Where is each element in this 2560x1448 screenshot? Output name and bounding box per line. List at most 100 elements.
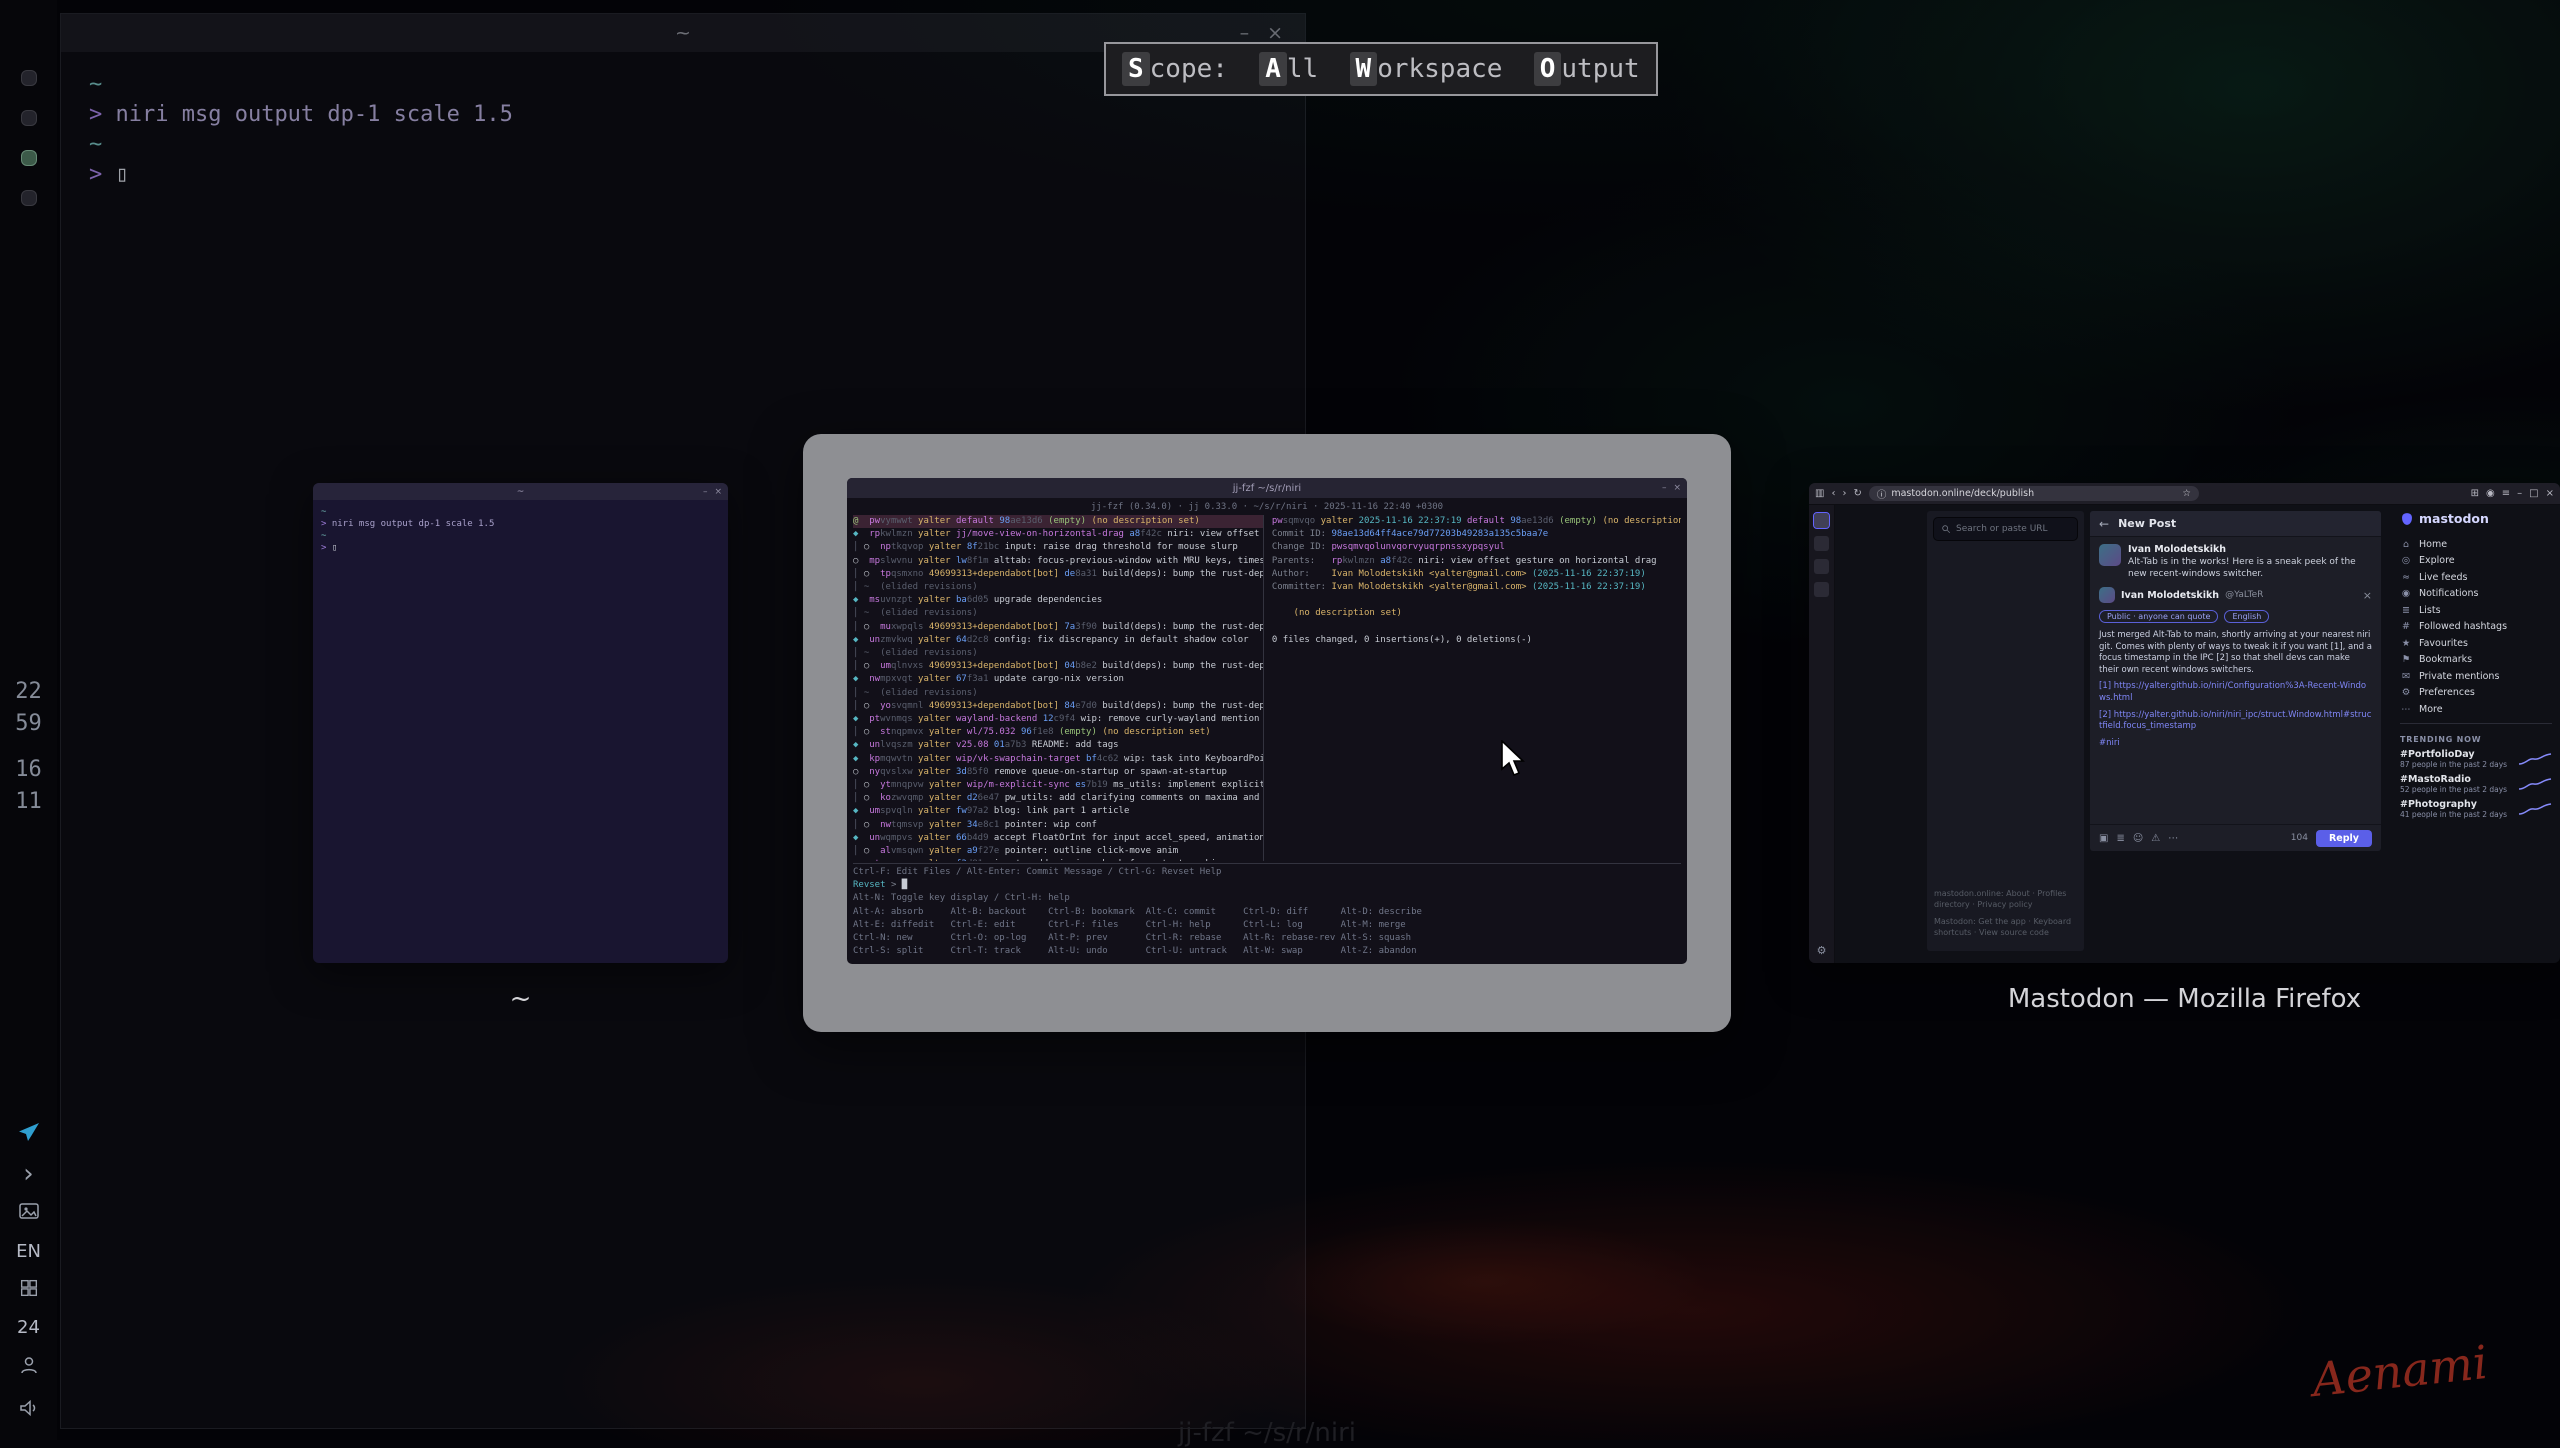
nav-item[interactable]: ⌂ Home — [2400, 536, 2552, 553]
workspace-dot-active[interactable] — [21, 150, 37, 166]
trending-hashtag[interactable]: #Photography 41 people in the past 2 day… — [2400, 799, 2552, 819]
terminal-line: @ pwvymwwt yalter default 98ae13d6 (empt… — [853, 515, 1263, 528]
reply-indicator: Ivan Molodetskikh @YaLTeR × — [2090, 584, 2381, 606]
workspace-dot[interactable] — [21, 190, 37, 206]
drawer-footer-links[interactable]: mastodon.online: About · Profiles direct… — [1934, 889, 2077, 945]
telegram-icon[interactable] — [17, 1121, 41, 1149]
close-icon[interactable]: × — [1267, 22, 1283, 44]
keybinding-row: Ctrl-S: split Ctrl-T: track Alt-U: undo … — [853, 945, 1681, 958]
window-preview-jj-fzf[interactable]: jj-fzf ~/s/r/niri – × jj-fzf (0.34.0) · … — [847, 478, 1687, 964]
hashtag-meta: 87 people in the past 2 days — [2400, 760, 2518, 769]
grid-icon[interactable] — [18, 1277, 40, 1303]
nav-item[interactable]: ≈ Live feeds — [2400, 569, 2552, 586]
minimize-icon[interactable]: – — [1662, 483, 1667, 493]
terminal-line: ~ — [89, 70, 1277, 100]
search-input[interactable] — [1956, 524, 2070, 534]
reply-button[interactable]: Reply — [2316, 830, 2372, 847]
footer-link-line[interactable]: Mastodon: Get the app · Keyboard shortcu… — [1934, 917, 2077, 938]
cancel-reply-icon[interactable]: × — [2363, 589, 2372, 602]
window-close-icon[interactable]: × — [2546, 488, 2554, 499]
nav-item[interactable]: ⚙ Preferences — [2400, 685, 2552, 702]
nav-item[interactable]: ✉ Private mentions — [2400, 668, 2552, 685]
terminal-line: ◆ nwmpxvqt yalter 67f3a1 update cargo-ni… — [853, 673, 1263, 686]
compose-option-pill[interactable]: English — [2224, 610, 2269, 623]
search-bar[interactable] — [1933, 517, 2078, 541]
extensions-icon[interactable]: ⊞ — [2471, 488, 2479, 499]
post-author[interactable]: Ivan Molodetskikh — [2128, 544, 2372, 555]
window-minimize-icon[interactable]: – — [2517, 488, 2522, 499]
footer-link-line[interactable]: mastodon.online: About · Profiles direct… — [1934, 889, 2077, 910]
trending-hashtag[interactable]: #PortfolioDay 87 people in the past 2 da… — [2400, 749, 2552, 769]
window-preview-firefox[interactable]: ▥ ‹ › ↻ ⓘ mastodon.online/deck/publish ☆… — [1809, 483, 2560, 963]
post-preview[interactable]: Ivan Molodetskikh Alt-Tab is in the work… — [2090, 537, 2381, 584]
window-preview-terminal[interactable]: ~ – × ~> niri msg output dp-1 scale 1.5~… — [313, 483, 728, 963]
jj-commit-log[interactable]: @ pwvymwwt yalter default 98ae13d6 (empt… — [853, 515, 1263, 861]
attach-media-icon[interactable]: ▣ — [2099, 833, 2108, 844]
sidebar-toggle-icon[interactable]: ▥ — [1815, 488, 1824, 499]
bookmark-star-icon[interactable]: ☆ — [2182, 488, 2191, 499]
content-warning-icon[interactable]: ⚠ — [2151, 833, 2160, 844]
window-title: jj-fzf ~/s/r/niri — [1233, 483, 1301, 494]
nav-item-icon: ◉ — [2400, 588, 2412, 599]
mastodon-drawer-column: mastodon.online: About · Profiles direct… — [1927, 511, 2084, 951]
terminal-line: > niri msg output dp-1 scale 1.5 — [321, 518, 720, 530]
screenshot-icon[interactable] — [17, 1199, 41, 1227]
vertical-tab[interactable] — [1814, 536, 1829, 551]
nav-item[interactable]: ◉ Notifications — [2400, 586, 2552, 603]
jj-fzf-header: jj-fzf (0.34.0) · jj 0.33.0 · ~/s/r/niri… — [853, 501, 1681, 515]
back-icon[interactable]: ← — [2099, 517, 2109, 531]
more-options-icon[interactable]: ⋯ — [2168, 833, 2178, 844]
terminal-line — [1272, 594, 1681, 607]
hashtag-name[interactable]: #Photography — [2400, 799, 2518, 810]
nav-item[interactable]: ⋯ More — [2400, 701, 2552, 718]
hashtag-meta: 41 people in the past 2 days — [2400, 810, 2518, 819]
poll-icon[interactable]: ≣ — [2116, 833, 2124, 844]
mastodon-logo[interactable]: mastodon — [2400, 511, 2552, 526]
emoji-icon[interactable]: ☺ — [2133, 833, 2143, 844]
vertical-tab[interactable] — [1814, 582, 1829, 597]
terminal-line: Author: Ivan Molodetskikh <yalter@gmail.… — [1272, 568, 1681, 581]
back-icon[interactable]: ‹ — [1831, 488, 1835, 499]
trending-list: #PortfolioDay 87 people in the past 2 da… — [2400, 749, 2552, 819]
nav-item[interactable]: ⚑ Bookmarks — [2400, 652, 2552, 669]
reply-author-name[interactable]: Ivan Molodetskikh — [2121, 590, 2219, 601]
hashtag-name[interactable]: #PortfolioDay — [2400, 749, 2518, 760]
keyboard-layout-indicator[interactable]: EN — [16, 1242, 41, 1262]
workspace-dot[interactable] — [21, 110, 37, 126]
terminal-line: Parents: rpkwlmzn a8f42c niri: view offs… — [1272, 555, 1681, 568]
tray-badge[interactable]: 24 — [17, 1318, 40, 1338]
vertical-tab[interactable] — [1814, 559, 1829, 574]
minimize-icon[interactable]: – — [1240, 22, 1250, 44]
vertical-tab[interactable] — [1814, 513, 1829, 528]
tray-expand-icon[interactable]: › — [23, 1164, 33, 1184]
account-icon[interactable]: ◉ — [2486, 488, 2495, 499]
close-icon[interactable]: × — [1673, 483, 1681, 493]
compose-option-pill[interactable]: Public · anyone can quote — [2099, 610, 2218, 623]
trending-hashtag[interactable]: #MastoRadio 52 people in the past 2 days — [2400, 774, 2552, 794]
hashtag-meta: 52 people in the past 2 days — [2400, 785, 2518, 794]
minimize-icon[interactable]: – — [703, 487, 708, 497]
address-bar[interactable]: ⓘ mastodon.online/deck/publish ☆ — [1869, 486, 2199, 501]
gear-icon[interactable]: ⚙ — [1817, 944, 1827, 957]
nav-item[interactable]: # Followed hashtags — [2400, 619, 2552, 636]
nav-item[interactable]: ≣ Lists — [2400, 602, 2552, 619]
focused-window-frame[interactable]: jj-fzf ~/s/r/niri – × jj-fzf (0.34.0) · … — [803, 434, 1731, 1032]
menu-icon[interactable]: ≡ — [2502, 488, 2510, 499]
close-icon[interactable]: × — [714, 487, 722, 497]
compose-textarea[interactable]: Just merged Alt-Tab to main, shortly arr… — [2090, 627, 2381, 752]
hashtag-name[interactable]: #MastoRadio — [2400, 774, 2518, 785]
window-maximize-icon[interactable]: □ — [2529, 488, 2538, 499]
site-info-icon[interactable]: ⓘ — [1877, 487, 1887, 501]
terminal-line: │ ~ (elided revisions) — [853, 687, 1263, 700]
jj-fzf-terminal: jj-fzf (0.34.0) · jj 0.33.0 · ~/s/r/niri… — [847, 498, 1687, 961]
keybinding-row: Alt-E: diffedit Ctrl-E: edit Ctrl-F: fil… — [853, 919, 1681, 932]
jj-revset-prompt[interactable]: Revset > █ — [853, 879, 1681, 892]
workspace-dot[interactable] — [21, 70, 37, 86]
nav-item[interactable]: ◎ Explore — [2400, 553, 2552, 570]
reload-icon[interactable]: ↻ — [1853, 488, 1861, 499]
user-icon[interactable] — [17, 1353, 41, 1381]
volume-icon[interactable] — [17, 1396, 41, 1424]
forward-icon[interactable]: › — [1842, 488, 1846, 499]
nav-item-icon: ✉ — [2400, 671, 2412, 682]
nav-item[interactable]: ★ Favourites — [2400, 635, 2552, 652]
